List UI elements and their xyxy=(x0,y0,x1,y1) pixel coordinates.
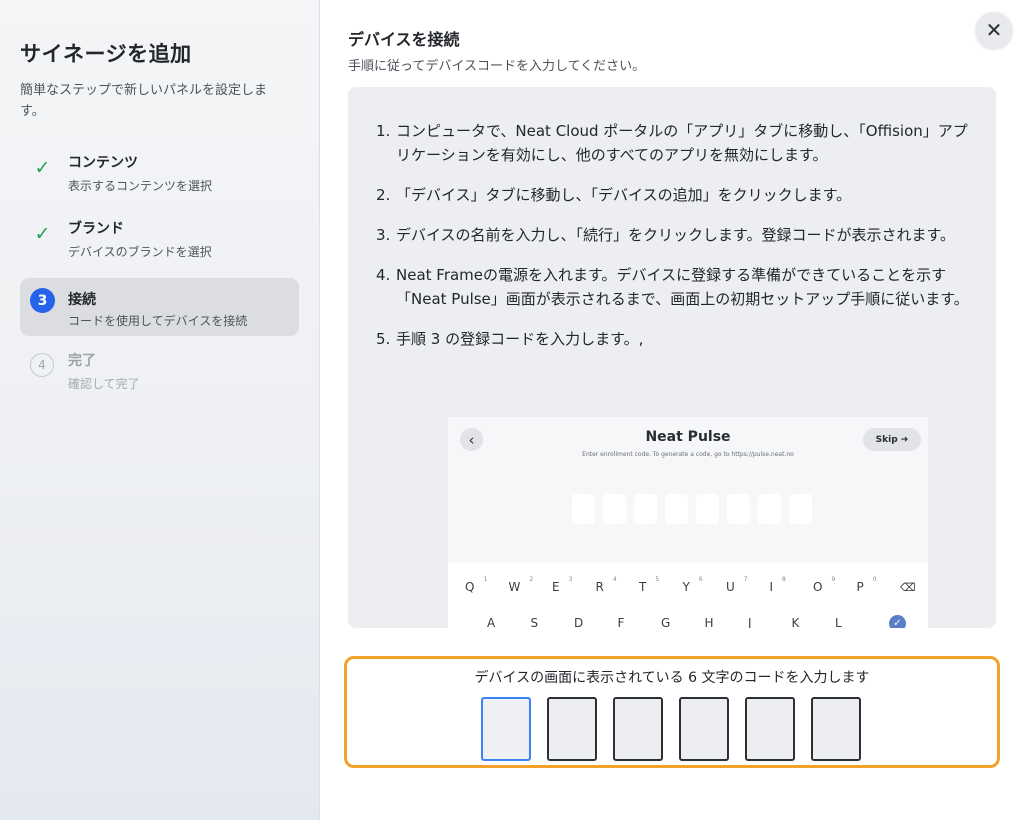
instruction-number: 4. xyxy=(376,266,391,284)
instruction-item: 3. デバイスの名前を入力し、「続行」をクリックします。登録コードが表示されます… xyxy=(376,223,976,247)
device-code-box xyxy=(634,494,657,524)
keyboard-key: K xyxy=(791,616,800,628)
device-code-boxes xyxy=(572,494,812,524)
step-name: コンテンツ xyxy=(68,155,138,171)
step-name: 接続 xyxy=(68,292,96,308)
step-number-badge: 3 xyxy=(30,288,55,313)
step-desc: デバイスのブランドを選択 xyxy=(68,245,212,259)
step-brand[interactable]: ✓ ブランド デバイスのブランドを選択 xyxy=(20,210,299,268)
instruction-item: 2. 「デバイス」タブに移動し、「デバイスの追加」をクリックします。 xyxy=(376,183,976,207)
step-content[interactable]: ✓ コンテンツ 表示するコンテンツを選択 xyxy=(20,144,299,202)
code-input-group xyxy=(481,697,861,761)
device-skip-button: Skip ➜ xyxy=(863,428,921,451)
step-connect[interactable]: 3 接続 コードを使用してデバイスを接続 xyxy=(20,278,299,336)
code-input-1[interactable] xyxy=(481,697,531,761)
keyboard-key: O9 xyxy=(813,576,836,594)
code-input-6[interactable] xyxy=(811,697,861,761)
keyboard-key: R4 xyxy=(595,576,617,594)
keyboard-key: L xyxy=(835,616,842,628)
keyboard-key: J xyxy=(748,616,752,628)
page-title: デバイスを接続 xyxy=(348,30,460,49)
sidebar-subtitle: 簡単なステップで新しいパネルを設定します。 xyxy=(20,83,268,119)
instruction-item: 4. Neat Frameの電源を入れます。デバイスに登録する準備ができているこ… xyxy=(376,263,976,311)
device-subtitle: Enter enrollment code. To generate a cod… xyxy=(582,451,794,458)
step-desc: 表示するコンテンツを選択 xyxy=(68,179,213,193)
keyboard-key: H xyxy=(704,616,714,628)
sidebar: サイネージを追加 簡単なステップで新しいパネルを設定します。 ✓ コンテンツ 表… xyxy=(0,0,320,820)
checkmark-icon: ✓ xyxy=(34,156,51,179)
instruction-text: 手順 3 の登録コードを入力します。, xyxy=(396,330,644,348)
keyboard-row: Q1 W2 E3 R4 T5 Y6 U7 I8 O9 P0 xyxy=(464,576,899,594)
step-desc: コードを使用してデバイスを接続 xyxy=(68,314,248,328)
instruction-text: コンピュータで、Neat Cloud ポータルの「アプリ」タブに移動し、「Off… xyxy=(396,122,968,164)
instruction-text: Neat Frameの電源を入れます。デバイスに登録する準備ができていることを示… xyxy=(396,266,969,308)
device-code-box xyxy=(727,494,750,524)
confirm-check-icon: ✓ xyxy=(889,615,906,628)
code-input-3[interactable] xyxy=(613,697,663,761)
keyboard-key: A xyxy=(487,616,496,628)
instructions-list: 1. コンピュータで、Neat Cloud ポータルの「アプリ」タブに移動し、「… xyxy=(376,119,976,367)
instruction-item: 5. 手順 3 の登録コードを入力します。, xyxy=(376,327,976,351)
code-input-5[interactable] xyxy=(745,697,795,761)
keyboard-key: E3 xyxy=(552,576,573,594)
instruction-number: 5. xyxy=(376,330,391,348)
device-title: Neat Pulse xyxy=(645,429,731,445)
instruction-number: 3. xyxy=(376,226,391,244)
page-subtitle: 手順に従ってデバイスコードを入力してください。 xyxy=(348,59,646,74)
step-name: ブランド xyxy=(68,221,124,237)
keyboard-key: F xyxy=(617,616,625,628)
code-input-2[interactable] xyxy=(547,697,597,761)
keyboard-key: T5 xyxy=(639,576,660,594)
code-entry-label: デバイスの画面に表示されている 6 文字のコードを入力します xyxy=(474,670,870,686)
keyboard-key: Q1 xyxy=(465,576,488,594)
keyboard-key: D xyxy=(574,616,584,628)
device-code-box xyxy=(696,494,719,524)
device-code-box xyxy=(758,494,781,524)
device-code-box xyxy=(572,494,595,524)
step-name: 完了 xyxy=(68,353,96,369)
keyboard-key: Y6 xyxy=(682,576,703,594)
keyboard-key: U7 xyxy=(726,576,748,594)
close-icon: ✕ xyxy=(985,18,1003,42)
step-complete: 4 完了 確認して完了 xyxy=(20,342,299,400)
instruction-item: 1. コンピュータで、Neat Cloud ポータルの「アプリ」タブに移動し、「… xyxy=(376,119,976,167)
instruction-number: 1. xyxy=(376,122,391,140)
instructions-panel[interactable]: 1. コンピュータで、Neat Cloud ポータルの「アプリ」タブに移動し、「… xyxy=(348,87,996,628)
device-code-box xyxy=(665,494,688,524)
keyboard-key: G xyxy=(661,616,671,628)
device-code-box xyxy=(603,494,626,524)
instruction-number: 2. xyxy=(376,186,391,204)
step-desc: 確認して完了 xyxy=(68,377,140,391)
backspace-icon: ⌫ xyxy=(900,581,916,594)
checkmark-icon: ✓ xyxy=(34,222,51,245)
instruction-text: 「デバイス」タブに移動し、「デバイスの追加」をクリックします。 xyxy=(396,186,852,204)
keyboard-key: I8 xyxy=(769,576,786,594)
sidebar-title: サイネージを追加 xyxy=(20,42,192,66)
close-button[interactable]: ✕ xyxy=(976,12,1012,48)
step-number-badge: 4 xyxy=(30,353,54,377)
keyboard-key: W2 xyxy=(508,576,534,594)
device-screenshot: ‹ Neat Pulse Enter enrollment code. To g… xyxy=(448,417,928,628)
device-code-box xyxy=(789,494,812,524)
instruction-text: デバイスの名前を入力し、「続行」をクリックします。登録コードが表示されます。 xyxy=(396,226,956,244)
keyboard-key: P0 xyxy=(856,576,877,594)
code-input-4[interactable] xyxy=(679,697,729,761)
device-keyboard: Q1 W2 E3 R4 T5 Y6 U7 I8 O9 P0 ⌫ A S D F … xyxy=(448,563,928,628)
keyboard-row: A S D F G H J K L xyxy=(486,616,878,628)
code-entry-panel: デバイスの画面に表示されている 6 文字のコードを入力します xyxy=(344,656,1000,768)
keyboard-key: S xyxy=(530,616,539,628)
